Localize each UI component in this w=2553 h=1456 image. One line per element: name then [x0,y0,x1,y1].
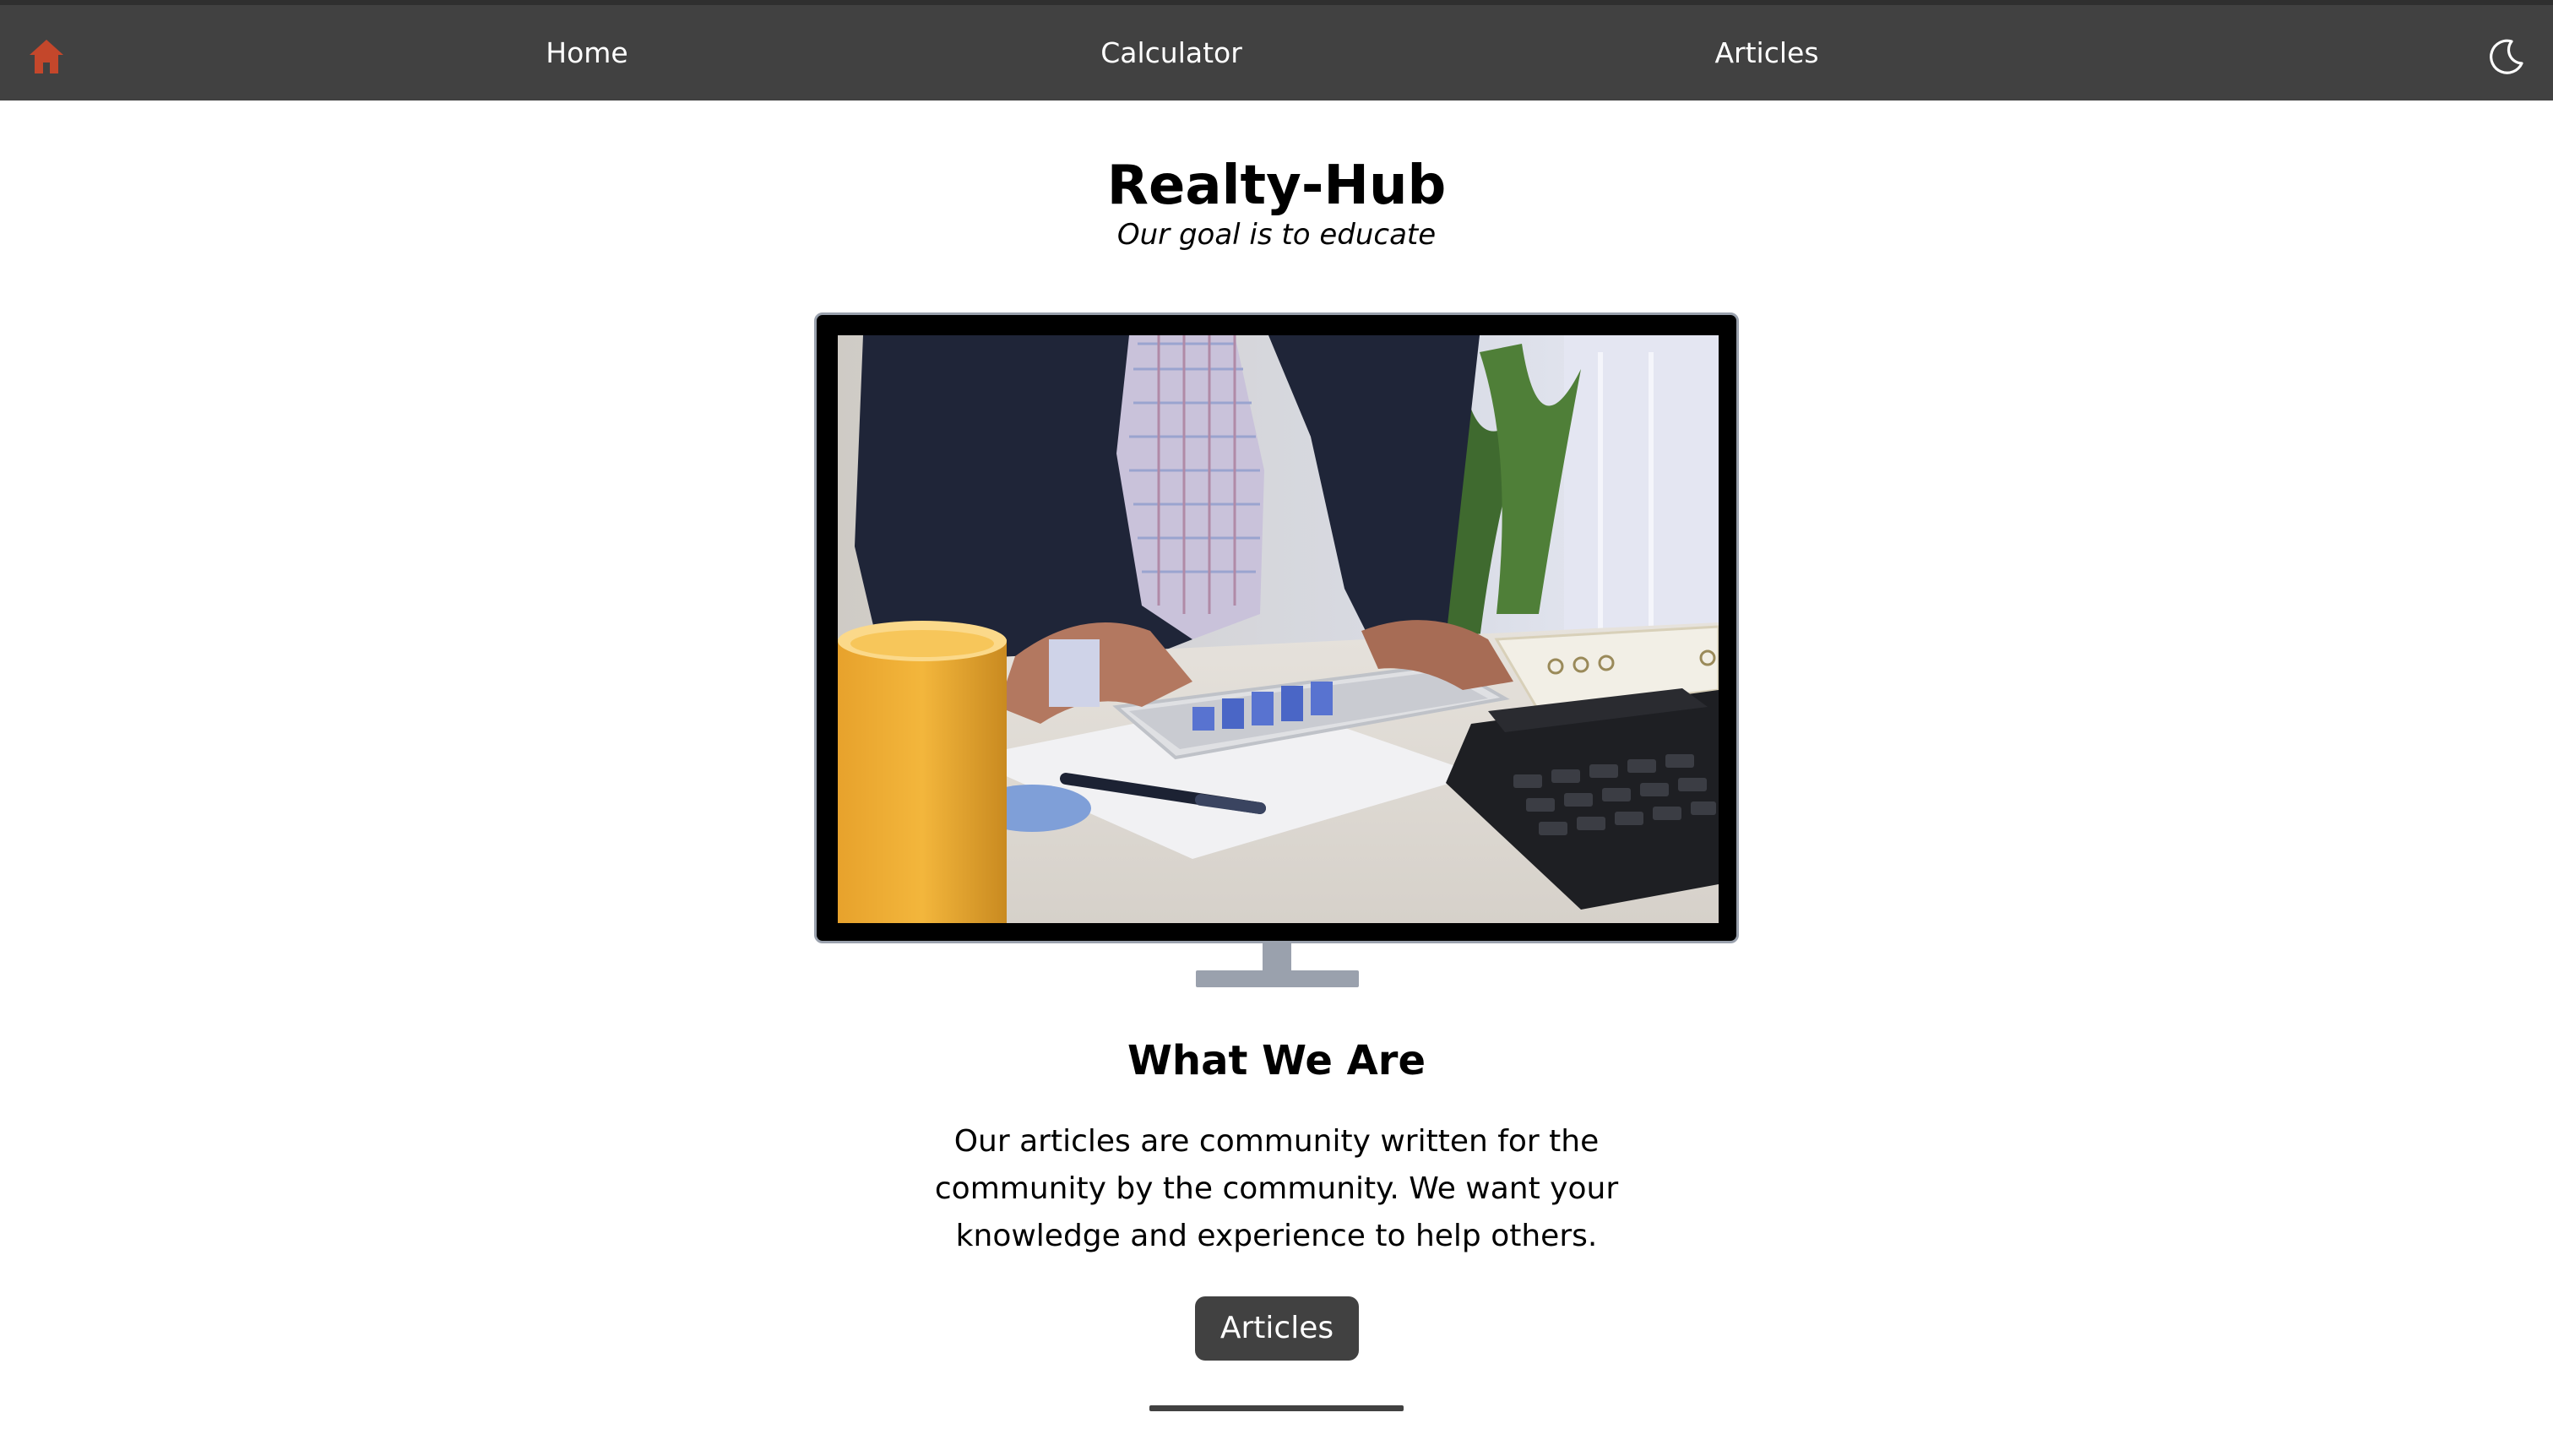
section-divider [1149,1405,1404,1411]
monitor-stand-neck [1263,943,1291,971]
section-description: Our articles are community written for t… [934,1124,1619,1253]
site-title: Realty-Hub [1106,155,1447,217]
section-heading-what-we-are: What We Are [1127,1037,1426,1084]
top-navbar: Home Calculator Articles [0,0,2553,101]
house-icon[interactable] [26,36,67,77]
monitor-frame [814,312,1739,943]
articles-button[interactable]: Articles [1195,1296,1359,1361]
site-tagline: Our goal is to educate [1116,218,1437,252]
monitor-stand-base [1196,970,1359,987]
nav-link-calculator[interactable]: Calculator [1100,5,1242,101]
nav-link-home[interactable]: Home [546,5,627,101]
moon-icon[interactable] [2486,36,2527,77]
nav-link-articles[interactable]: Articles [1714,5,1818,101]
hero-image [838,335,1719,923]
